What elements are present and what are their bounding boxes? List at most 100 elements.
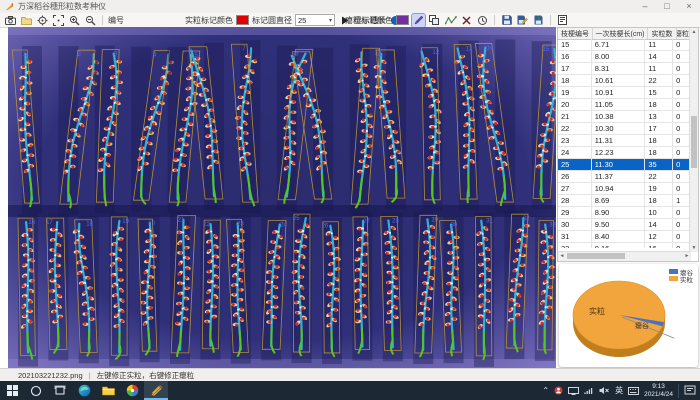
number-button[interactable]: 编号 — [108, 15, 124, 26]
svg-text:12: 12 — [432, 50, 439, 56]
blighted-grain-color-swatch[interactable] — [396, 15, 409, 25]
tray-time: 9:13 — [644, 383, 673, 391]
table-cell: 0 — [673, 171, 690, 182]
column-header[interactable]: 实粒数 — [648, 28, 677, 39]
zoom-out-icon[interactable] — [84, 14, 97, 27]
save-edit-icon[interactable] — [516, 14, 529, 27]
table-row[interactable]: 156.71110 — [558, 39, 690, 51]
table-row[interactable]: 2511.30350 — [558, 159, 690, 171]
svg-text:25: 25 — [293, 216, 300, 222]
table-row[interactable]: 2412.23180 — [558, 147, 690, 159]
table-cell: 0 — [673, 51, 690, 62]
scroll-right-arrow[interactable]: ► — [683, 252, 691, 261]
vertical-scroll-thumb[interactable] — [691, 116, 697, 168]
table-cell: 21 — [558, 111, 592, 122]
table-row[interactable]: 309.50140 — [558, 219, 690, 231]
undo-history-icon[interactable] — [476, 14, 489, 27]
svg-text:15: 15 — [543, 47, 550, 53]
horizontal-scroll-thumb[interactable] — [567, 253, 625, 259]
table-row[interactable]: 288.69181 — [558, 195, 690, 207]
volume-muted-icon[interactable] — [599, 386, 610, 395]
svg-text:26: 26 — [322, 224, 329, 230]
status-divider: | — [89, 371, 91, 380]
file-explorer-icon[interactable] — [96, 381, 120, 400]
maximize-button[interactable]: □ — [656, 0, 678, 13]
delete-icon[interactable] — [460, 14, 473, 27]
edge-browser-icon[interactable] — [72, 381, 96, 400]
legend-swatch-filled — [669, 276, 678, 281]
scroll-down-arrow[interactable]: ▼ — [690, 244, 698, 252]
table-row[interactable]: 318.40120 — [558, 231, 690, 243]
start-button[interactable] — [0, 381, 24, 400]
real-grain-color-swatch[interactable] — [236, 15, 249, 25]
table-row[interactable]: 298.90100 — [558, 207, 690, 219]
column-header[interactable]: 枝梗编号 — [558, 28, 593, 39]
table-cell: 12.23 — [592, 147, 646, 158]
fit-screen-icon[interactable] — [52, 14, 65, 27]
scroll-left-arrow[interactable]: ◄ — [558, 252, 566, 261]
zoom-in-icon[interactable] — [68, 14, 81, 27]
table-vertical-scrollbar[interactable]: ▲ ▼ — [689, 28, 698, 252]
mark-diameter-combobox[interactable]: 25 ▾ — [295, 14, 335, 26]
polyline-measure-icon[interactable] — [444, 14, 457, 27]
table-cell: 26 — [558, 171, 592, 182]
scroll-up-arrow[interactable]: ▲ — [690, 28, 698, 36]
table-row[interactable]: 178.31110 — [558, 63, 690, 75]
save-icon[interactable] — [500, 14, 513, 27]
table-cell: 10.38 — [592, 111, 646, 122]
minimize-button[interactable]: – — [634, 0, 656, 13]
table-row[interactable]: 2611.37220 — [558, 171, 690, 183]
table-body: 156.71110168.00140178.311101810.61220191… — [558, 39, 690, 248]
specimen-image-canvas[interactable]: 1234567891011121314151617181920212223242… — [8, 27, 556, 368]
column-header[interactable]: 一次枝梗长(cm) — [593, 28, 648, 39]
close-button[interactable]: × — [678, 0, 700, 13]
taskbar-clock[interactable]: 9:13 2021/4/24 — [644, 383, 673, 398]
copy-region-icon[interactable] — [428, 14, 441, 27]
table-cell: 0 — [673, 207, 690, 218]
current-app-taskbar-button[interactable] — [144, 381, 168, 400]
table-horizontal-scrollbar[interactable]: ◄ ► — [558, 251, 691, 261]
table-cell: 31 — [558, 231, 592, 242]
network-icon[interactable] — [584, 387, 594, 395]
open-folder-icon[interactable] — [20, 14, 33, 27]
table-cell: 12 — [645, 231, 673, 242]
table-row[interactable]: 1910.91150 — [558, 87, 690, 99]
table-cell: 8.31 — [592, 63, 646, 74]
table-row[interactable]: 2210.30170 — [558, 123, 690, 135]
table-row[interactable]: 2311.31180 — [558, 135, 690, 147]
table-cell: 29 — [558, 207, 592, 218]
save-export-icon[interactable] — [532, 14, 545, 27]
camera-icon[interactable] — [4, 14, 17, 27]
report-icon[interactable] — [556, 14, 569, 27]
svg-text:28: 28 — [392, 218, 399, 224]
table-row[interactable]: 168.00140 — [558, 51, 690, 63]
svg-text:18: 18 — [86, 222, 93, 228]
table-cell: 17 — [645, 123, 673, 134]
display-icon[interactable] — [568, 387, 579, 395]
table-cell: 19 — [558, 87, 592, 98]
action-center-icon[interactable] — [684, 385, 696, 396]
table-row[interactable]: 2011.05180 — [558, 99, 690, 111]
mark-diameter-label: 标记圆直径 — [252, 15, 292, 26]
table-cell: 14 — [645, 51, 673, 62]
table-row[interactable]: 2110.38130 — [558, 111, 690, 123]
table-cell: 6.71 — [592, 39, 646, 50]
target-icon[interactable] — [36, 14, 49, 27]
notification-alert-icon[interactable] — [554, 386, 563, 395]
pencil-tool-icon[interactable] — [412, 14, 425, 27]
app-logo-icon[interactable] — [120, 381, 144, 400]
task-view-icon[interactable] — [48, 381, 72, 400]
ime-indicator[interactable]: 英 — [615, 385, 623, 396]
table-cell: 0 — [673, 99, 690, 110]
title-bar: 万深稻谷穗形粒数考种仪 – □ × — [0, 0, 700, 13]
table-cell: 27 — [558, 183, 592, 194]
touch-keyboard-icon[interactable] — [628, 387, 639, 395]
table-row[interactable]: 2710.94190 — [558, 183, 690, 195]
table-row[interactable]: 1810.61220 — [558, 75, 690, 87]
table-cell: 10.94 — [592, 183, 646, 194]
table-row[interactable]: 329.16160 — [558, 243, 690, 248]
pie-legend: 瘪谷 实粒 — [669, 268, 693, 282]
table-cell: 0 — [673, 39, 690, 50]
search-icon[interactable] — [24, 381, 48, 400]
tray-expand-icon[interactable]: ⌃ — [542, 386, 549, 395]
